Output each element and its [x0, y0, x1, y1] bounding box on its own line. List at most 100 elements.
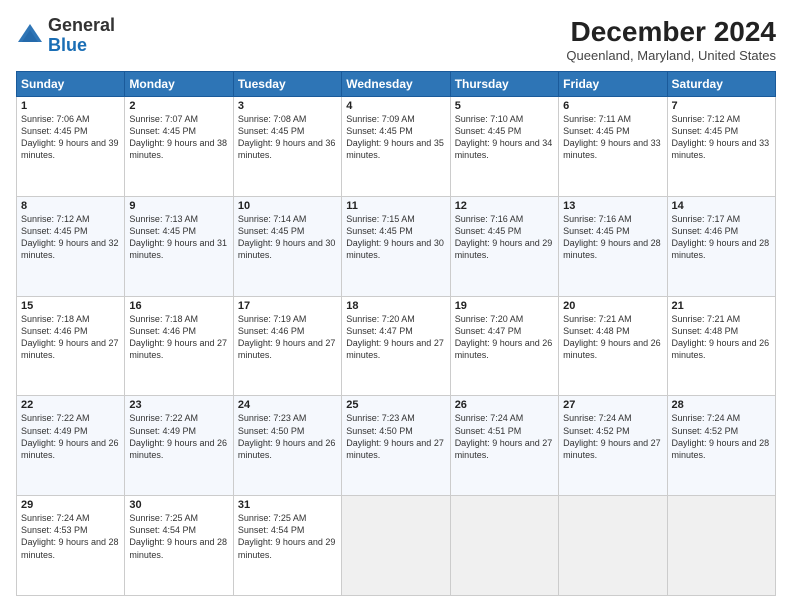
day-num: 31: [238, 499, 337, 511]
col-friday: Friday: [559, 72, 667, 97]
day-num: 25: [346, 399, 445, 411]
table-row: 27 Sunrise: 7:24 AM Sunset: 4:52 PM Dayl…: [559, 396, 667, 496]
day-num: 24: [238, 399, 337, 411]
table-row: 17 Sunrise: 7:19 AM Sunset: 4:46 PM Dayl…: [233, 296, 341, 396]
day-info: Sunrise: 7:15 AM Sunset: 4:45 PM Dayligh…: [346, 214, 444, 260]
logo: General Blue: [16, 16, 115, 56]
col-wednesday: Wednesday: [342, 72, 450, 97]
table-row: 3 Sunrise: 7:08 AM Sunset: 4:45 PM Dayli…: [233, 97, 341, 197]
table-row: 21 Sunrise: 7:21 AM Sunset: 4:48 PM Dayl…: [667, 296, 775, 396]
day-num: 13: [563, 200, 662, 212]
day-num: 30: [129, 499, 228, 511]
table-row: 5 Sunrise: 7:10 AM Sunset: 4:45 PM Dayli…: [450, 97, 558, 197]
day-info: Sunrise: 7:10 AM Sunset: 4:45 PM Dayligh…: [455, 114, 553, 160]
table-row: 31 Sunrise: 7:25 AM Sunset: 4:54 PM Dayl…: [233, 496, 341, 596]
table-row: 28 Sunrise: 7:24 AM Sunset: 4:52 PM Dayl…: [667, 396, 775, 496]
table-row: 6 Sunrise: 7:11 AM Sunset: 4:45 PM Dayli…: [559, 97, 667, 197]
day-num: 3: [238, 100, 337, 112]
table-row: 25 Sunrise: 7:23 AM Sunset: 4:50 PM Dayl…: [342, 396, 450, 496]
col-tuesday: Tuesday: [233, 72, 341, 97]
week-3: 15 Sunrise: 7:18 AM Sunset: 4:46 PM Dayl…: [17, 296, 776, 396]
week-4: 22 Sunrise: 7:22 AM Sunset: 4:49 PM Dayl…: [17, 396, 776, 496]
day-info: Sunrise: 7:25 AM Sunset: 4:54 PM Dayligh…: [238, 513, 336, 559]
logo-general-text: General: [48, 15, 115, 35]
empty-cell: [342, 496, 450, 596]
week-2: 8 Sunrise: 7:12 AM Sunset: 4:45 PM Dayli…: [17, 196, 776, 296]
empty-cell: [450, 496, 558, 596]
table-row: 1 Sunrise: 7:06 AM Sunset: 4:45 PM Dayli…: [17, 97, 125, 197]
table-row: 19 Sunrise: 7:20 AM Sunset: 4:47 PM Dayl…: [450, 296, 558, 396]
table-row: 4 Sunrise: 7:09 AM Sunset: 4:45 PM Dayli…: [342, 97, 450, 197]
day-num: 15: [21, 300, 120, 312]
page: General Blue December 2024 Queenland, Ma…: [0, 0, 792, 612]
day-info: Sunrise: 7:18 AM Sunset: 4:46 PM Dayligh…: [129, 314, 227, 360]
table-row: 26 Sunrise: 7:24 AM Sunset: 4:51 PM Dayl…: [450, 396, 558, 496]
day-info: Sunrise: 7:14 AM Sunset: 4:45 PM Dayligh…: [238, 214, 336, 260]
day-info: Sunrise: 7:06 AM Sunset: 4:45 PM Dayligh…: [21, 114, 119, 160]
day-info: Sunrise: 7:22 AM Sunset: 4:49 PM Dayligh…: [21, 413, 119, 459]
day-num: 20: [563, 300, 662, 312]
day-info: Sunrise: 7:18 AM Sunset: 4:46 PM Dayligh…: [21, 314, 119, 360]
day-num: 29: [21, 499, 120, 511]
day-info: Sunrise: 7:21 AM Sunset: 4:48 PM Dayligh…: [563, 314, 661, 360]
col-saturday: Saturday: [667, 72, 775, 97]
day-info: Sunrise: 7:21 AM Sunset: 4:48 PM Dayligh…: [672, 314, 770, 360]
day-num: 12: [455, 200, 554, 212]
day-info: Sunrise: 7:24 AM Sunset: 4:52 PM Dayligh…: [672, 413, 770, 459]
day-info: Sunrise: 7:24 AM Sunset: 4:53 PM Dayligh…: [21, 513, 119, 559]
day-num: 21: [672, 300, 771, 312]
day-info: Sunrise: 7:16 AM Sunset: 4:45 PM Dayligh…: [563, 214, 661, 260]
day-info: Sunrise: 7:17 AM Sunset: 4:46 PM Dayligh…: [672, 214, 770, 260]
day-num: 10: [238, 200, 337, 212]
day-info: Sunrise: 7:25 AM Sunset: 4:54 PM Dayligh…: [129, 513, 227, 559]
logo-blue-text: Blue: [48, 35, 87, 55]
day-info: Sunrise: 7:24 AM Sunset: 4:51 PM Dayligh…: [455, 413, 553, 459]
table-row: 9 Sunrise: 7:13 AM Sunset: 4:45 PM Dayli…: [125, 196, 233, 296]
subtitle: Queenland, Maryland, United States: [566, 48, 776, 63]
table-row: 11 Sunrise: 7:15 AM Sunset: 4:45 PM Dayl…: [342, 196, 450, 296]
day-num: 4: [346, 100, 445, 112]
table-row: 22 Sunrise: 7:22 AM Sunset: 4:49 PM Dayl…: [17, 396, 125, 496]
day-num: 6: [563, 100, 662, 112]
col-sunday: Sunday: [17, 72, 125, 97]
empty-cell: [667, 496, 775, 596]
day-num: 22: [21, 399, 120, 411]
table-row: 29 Sunrise: 7:24 AM Sunset: 4:53 PM Dayl…: [17, 496, 125, 596]
day-info: Sunrise: 7:09 AM Sunset: 4:45 PM Dayligh…: [346, 114, 444, 160]
table-row: 16 Sunrise: 7:18 AM Sunset: 4:46 PM Dayl…: [125, 296, 233, 396]
calendar-header-row: Sunday Monday Tuesday Wednesday Thursday…: [17, 72, 776, 97]
table-row: 14 Sunrise: 7:17 AM Sunset: 4:46 PM Dayl…: [667, 196, 775, 296]
table-row: 7 Sunrise: 7:12 AM Sunset: 4:45 PM Dayli…: [667, 97, 775, 197]
day-num: 2: [129, 100, 228, 112]
table-row: 30 Sunrise: 7:25 AM Sunset: 4:54 PM Dayl…: [125, 496, 233, 596]
table-row: 12 Sunrise: 7:16 AM Sunset: 4:45 PM Dayl…: [450, 196, 558, 296]
col-thursday: Thursday: [450, 72, 558, 97]
title-block: December 2024 Queenland, Maryland, Unite…: [566, 16, 776, 63]
day-info: Sunrise: 7:20 AM Sunset: 4:47 PM Dayligh…: [346, 314, 444, 360]
header: General Blue December 2024 Queenland, Ma…: [16, 16, 776, 63]
day-info: Sunrise: 7:11 AM Sunset: 4:45 PM Dayligh…: [563, 114, 661, 160]
day-info: Sunrise: 7:23 AM Sunset: 4:50 PM Dayligh…: [238, 413, 336, 459]
table-row: 20 Sunrise: 7:21 AM Sunset: 4:48 PM Dayl…: [559, 296, 667, 396]
day-num: 14: [672, 200, 771, 212]
day-num: 8: [21, 200, 120, 212]
day-info: Sunrise: 7:24 AM Sunset: 4:52 PM Dayligh…: [563, 413, 661, 459]
day-num: 9: [129, 200, 228, 212]
calendar-table: Sunday Monday Tuesday Wednesday Thursday…: [16, 71, 776, 596]
table-row: 2 Sunrise: 7:07 AM Sunset: 4:45 PM Dayli…: [125, 97, 233, 197]
day-num: 7: [672, 100, 771, 112]
day-info: Sunrise: 7:16 AM Sunset: 4:45 PM Dayligh…: [455, 214, 553, 260]
table-row: 23 Sunrise: 7:22 AM Sunset: 4:49 PM Dayl…: [125, 396, 233, 496]
table-row: 24 Sunrise: 7:23 AM Sunset: 4:50 PM Dayl…: [233, 396, 341, 496]
day-info: Sunrise: 7:08 AM Sunset: 4:45 PM Dayligh…: [238, 114, 336, 160]
day-info: Sunrise: 7:20 AM Sunset: 4:47 PM Dayligh…: [455, 314, 553, 360]
empty-cell: [559, 496, 667, 596]
week-1: 1 Sunrise: 7:06 AM Sunset: 4:45 PM Dayli…: [17, 97, 776, 197]
table-row: 13 Sunrise: 7:16 AM Sunset: 4:45 PM Dayl…: [559, 196, 667, 296]
day-num: 17: [238, 300, 337, 312]
day-num: 5: [455, 100, 554, 112]
table-row: 18 Sunrise: 7:20 AM Sunset: 4:47 PM Dayl…: [342, 296, 450, 396]
day-info: Sunrise: 7:23 AM Sunset: 4:50 PM Dayligh…: [346, 413, 444, 459]
day-num: 26: [455, 399, 554, 411]
day-info: Sunrise: 7:19 AM Sunset: 4:46 PM Dayligh…: [238, 314, 336, 360]
